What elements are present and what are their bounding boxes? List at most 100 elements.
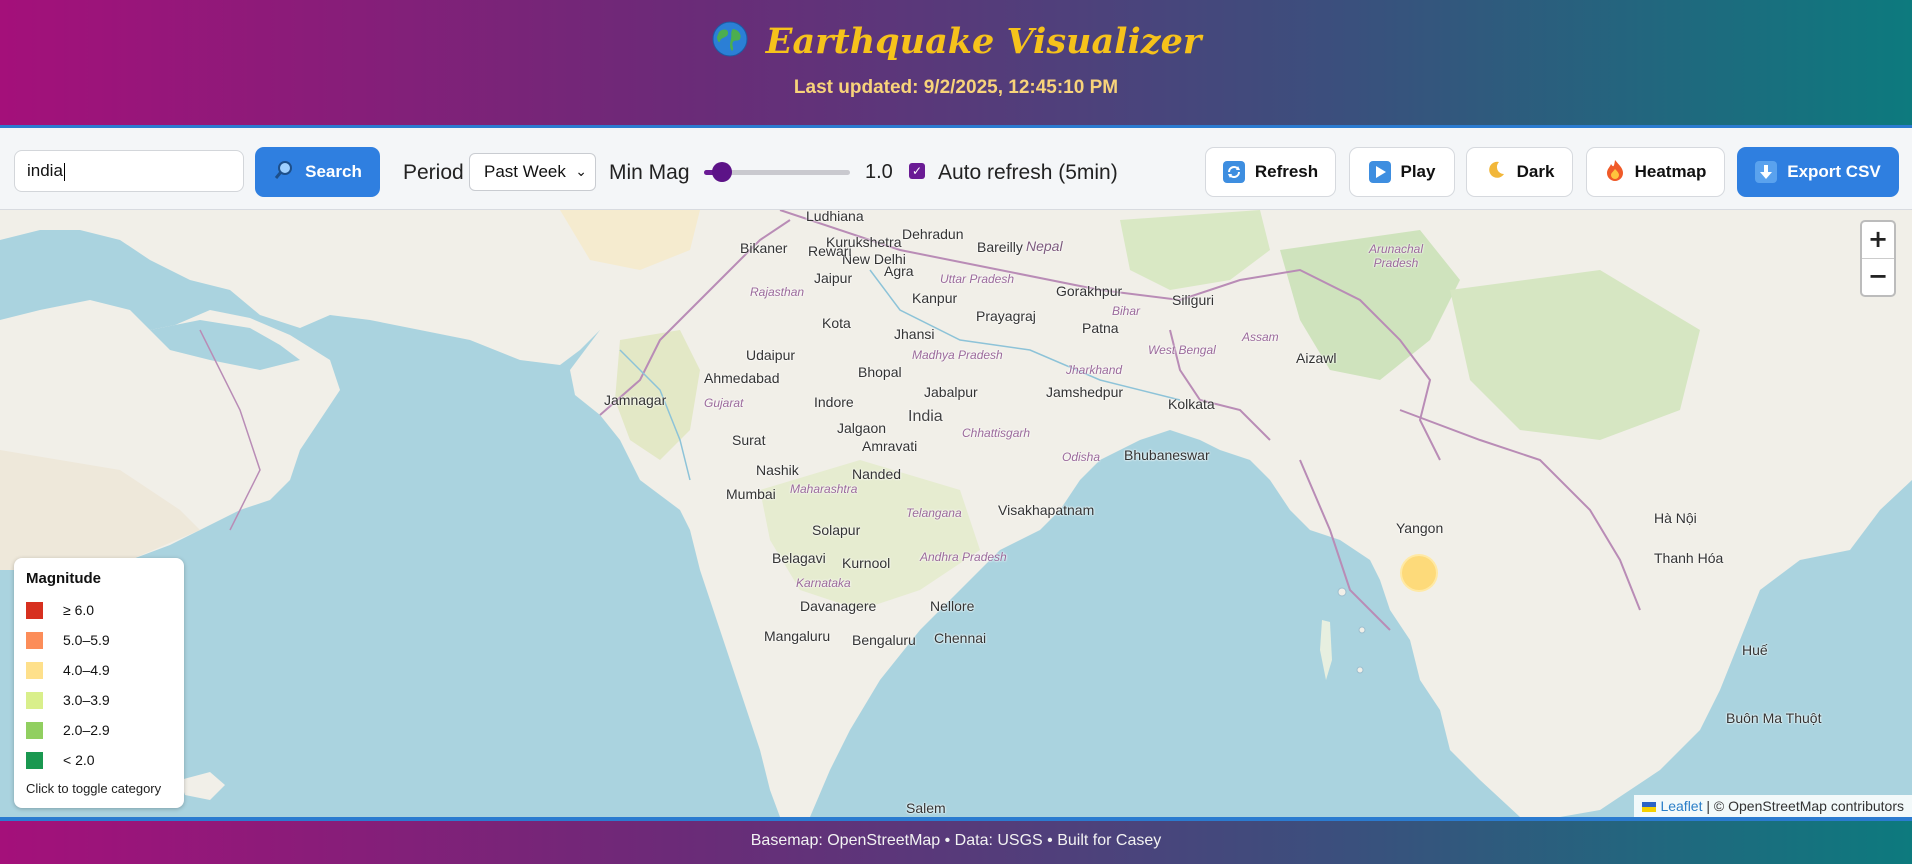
- place-label: Jabalpur: [924, 384, 978, 400]
- legend-swatch: [26, 691, 43, 709]
- legend-swatch: [26, 721, 43, 739]
- place-label: Mangaluru: [764, 628, 831, 644]
- page-title: Earthquake Visualizer: [765, 20, 1202, 62]
- place-label: Jamshedpur: [1046, 384, 1124, 400]
- region-label: Chhattisgarh: [962, 426, 1031, 440]
- place-label: Dehradun: [902, 226, 964, 242]
- region-label: Nepal: [1026, 238, 1063, 254]
- place-label: Indore: [814, 394, 854, 410]
- place-label: Thanh Hóa: [1654, 550, 1724, 566]
- place-label: Patna: [1082, 320, 1119, 336]
- legend-swatch: [26, 661, 43, 679]
- earthquake-marker[interactable]: [1400, 554, 1438, 592]
- region-label: Uttar Pradesh: [940, 272, 1015, 286]
- legend-item[interactable]: 2.0–2.9: [26, 715, 172, 745]
- chevron-down-icon: ⌄: [575, 163, 587, 179]
- min-mag-slider-thumb[interactable]: [712, 162, 732, 182]
- zoom-out-button[interactable]: −: [1862, 259, 1894, 295]
- magnitude-legend: Magnitude ≥ 6.0 5.0–5.9 4.0–4.9 3.0–3.9 …: [14, 558, 184, 808]
- place-label: Nashik: [756, 462, 799, 478]
- play-button[interactable]: Play: [1349, 147, 1455, 197]
- place-label: Davanagere: [800, 598, 877, 614]
- refresh-button[interactable]: Refresh: [1205, 147, 1336, 197]
- globe-icon: [711, 20, 749, 62]
- place-label: Solapur: [812, 522, 861, 538]
- legend-swatch: [26, 631, 43, 649]
- place-label: Jaipur: [814, 270, 853, 286]
- zoom-in-button[interactable]: +: [1862, 222, 1894, 259]
- place-label: Gorakhpur: [1056, 283, 1123, 299]
- app-header: Earthquake Visualizer Last updated: 9/2/…: [0, 0, 1912, 128]
- region-label: Odisha: [1062, 450, 1101, 464]
- legend-item[interactable]: ≥ 6.0: [26, 595, 172, 625]
- min-mag-value: 1.0: [865, 161, 893, 183]
- legend-item-label: 5.0–5.9: [63, 632, 110, 648]
- moon-icon: [1485, 159, 1507, 186]
- heatmap-button[interactable]: Heatmap: [1586, 147, 1725, 197]
- search-button-label: Search: [305, 162, 362, 181]
- place-label: Nellore: [930, 598, 975, 614]
- refresh-icon: [1222, 161, 1245, 183]
- legend-swatch: [26, 751, 43, 769]
- min-mag-label: Min Mag: [609, 161, 690, 184]
- legend-item-label: 4.0–4.9: [63, 662, 110, 678]
- toolbar: india Search Period Past Week ⌄ Min Mag …: [0, 128, 1912, 210]
- dark-mode-button[interactable]: Dark: [1466, 147, 1573, 197]
- export-csv-button[interactable]: Export CSV: [1737, 147, 1899, 197]
- export-button-label: Export CSV: [1787, 162, 1881, 181]
- fire-icon: [1605, 159, 1625, 186]
- map-view[interactable]: Ludhiana Dehradun Kurukshetra New Delhi …: [0, 210, 1912, 817]
- period-select[interactable]: Past Week ⌄: [469, 153, 596, 191]
- place-label: Amravati: [862, 438, 918, 454]
- download-icon: [1755, 161, 1778, 183]
- auto-refresh-label: Auto refresh (5min): [938, 161, 1118, 184]
- legend-item[interactable]: 4.0–4.9: [26, 655, 172, 685]
- region-label: West Bengal: [1148, 343, 1216, 357]
- place-label: Jalgaon: [837, 420, 887, 436]
- last-updated-text: Last updated: 9/2/2025, 12:45:10 PM: [793, 77, 1119, 98]
- play-icon: [1368, 161, 1391, 183]
- legend-item-label: 3.0–3.9: [63, 692, 110, 708]
- legend-note: Click to toggle category: [26, 781, 162, 796]
- place-label: Bhopal: [858, 364, 902, 380]
- region-label: Madhya Pradesh: [912, 348, 1003, 362]
- region-label: Maharashtra: [790, 482, 858, 496]
- place-label: Chennai: [934, 630, 987, 646]
- period-select-value: Past Week: [484, 162, 566, 181]
- search-input[interactable]: india: [14, 150, 244, 192]
- region-label: Bihar: [1112, 304, 1141, 318]
- search-input-value: india: [27, 161, 63, 180]
- place-label: Ludhiana: [806, 210, 864, 224]
- place-label: Bengaluru: [852, 632, 916, 648]
- search-button[interactable]: Search: [255, 147, 380, 197]
- place-label: Prayagraj: [976, 308, 1036, 324]
- place-label: Jhansi: [894, 326, 935, 342]
- place-label: Bareilly: [977, 239, 1023, 255]
- leaflet-link[interactable]: Leaflet: [1660, 798, 1702, 814]
- place-label: Kanpur: [912, 290, 958, 306]
- legend-item[interactable]: 5.0–5.9: [26, 625, 172, 655]
- legend-item[interactable]: < 2.0: [26, 745, 172, 775]
- place-label: Visakhapatnam: [998, 502, 1095, 518]
- place-label: Huế: [1742, 642, 1768, 658]
- dark-button-label: Dark: [1516, 162, 1555, 181]
- region-label: Jharkhand: [1066, 363, 1123, 377]
- legend-item-label: 2.0–2.9: [63, 722, 110, 738]
- place-label: Kota: [822, 315, 851, 331]
- region-label: Gujarat: [704, 396, 744, 410]
- legend-title: Magnitude: [26, 570, 101, 587]
- osm-attribution-text: | © OpenStreetMap contributors: [1702, 798, 1904, 814]
- place-label: Ahmedabad: [704, 370, 780, 386]
- region-label: Assam: [1242, 330, 1279, 344]
- place-label: Hà Nội: [1654, 510, 1697, 526]
- place-label: Bhubaneswar: [1124, 447, 1210, 463]
- auto-refresh-checkbox[interactable]: ✓: [909, 163, 925, 179]
- place-label: Buôn Ma Thuột: [1726, 710, 1822, 726]
- legend-item[interactable]: 3.0–3.9: [26, 685, 172, 715]
- magnifier-icon: [273, 159, 295, 186]
- region-label: Telangana: [906, 506, 962, 520]
- region-label: Arunachal Pradesh: [1368, 242, 1424, 270]
- place-label: Nanded: [852, 466, 902, 482]
- place-label: Siliguri: [1172, 292, 1215, 308]
- legend-item-label: ≥ 6.0: [63, 602, 95, 618]
